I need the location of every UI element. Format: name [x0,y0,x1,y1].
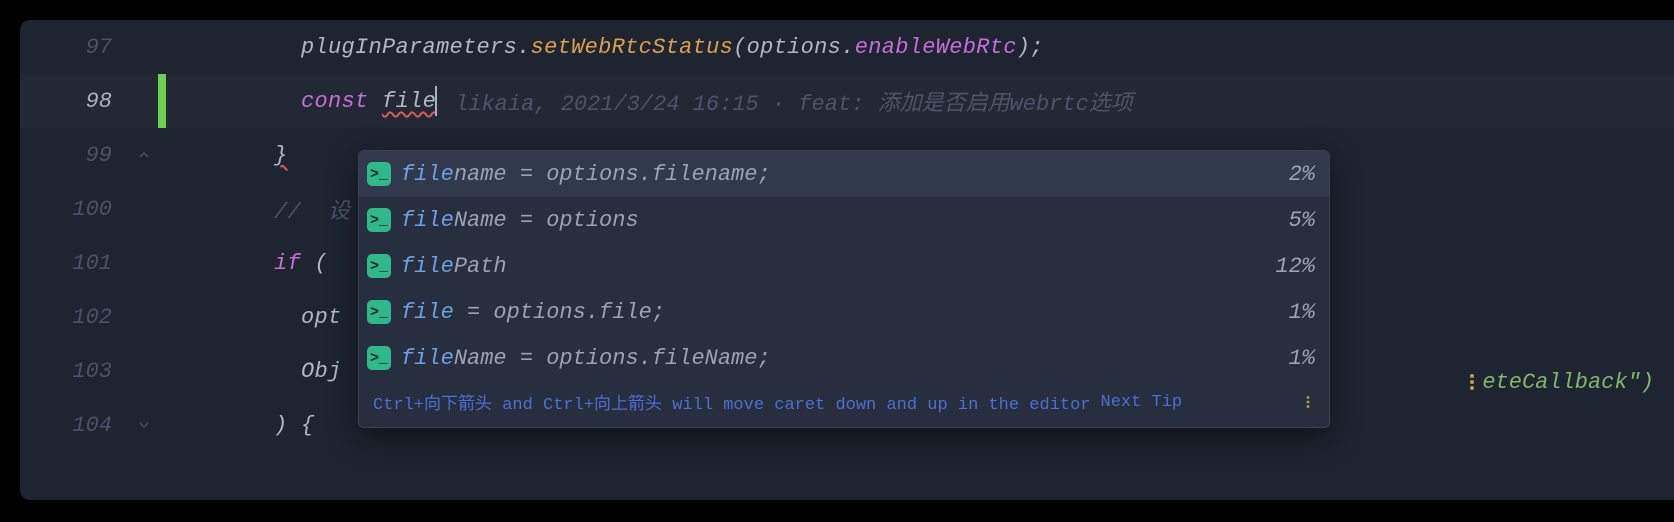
line-number: 98 [20,89,130,114]
line-number: 102 [20,305,130,330]
autocomplete-popup[interactable]: >_ filename = options.filename; 2% >_ fi… [358,150,1330,428]
terminal-icon: >_ [367,162,391,186]
terminal-icon: >_ [367,346,391,370]
autocomplete-label: fileName = options [401,208,1279,233]
code-content[interactable]: opt [166,305,342,330]
terminal-icon: >_ [367,300,391,324]
change-indicator-modified [158,74,166,128]
autocomplete-label: filePath [401,254,1265,279]
code-line-current[interactable]: 98 const file likaia, 2021/3/24 16:15 · … [20,74,1674,128]
code-content[interactable]: // 设 [166,193,350,225]
gutter-warning-icon [1470,374,1474,390]
line-number: 104 [20,413,130,438]
fold-down-icon[interactable] [136,417,152,433]
autocomplete-item[interactable]: >_ fileName = options 5% [359,197,1329,243]
fold-column[interactable] [130,417,158,433]
tip-text: Ctrl+向下箭头 and Ctrl+向上箭头 will move caret … [373,389,1091,415]
autocomplete-item[interactable]: >_ filePath 12% [359,243,1329,289]
git-blame-annotation: likaia, 2021/3/24 16:15 · feat: 添加是否启用we… [455,85,1133,117]
more-icon[interactable] [1301,395,1315,409]
line-number: 101 [20,251,130,276]
terminal-icon: >_ [367,208,391,232]
line-number: 99 [20,143,130,168]
fold-column[interactable] [130,147,158,163]
caret [435,86,437,116]
autocomplete-percent: 5% [1279,208,1315,233]
autocomplete-label: fileName = options.fileName; [401,346,1279,371]
code-content[interactable]: } [166,143,288,168]
autocomplete-percent: 1% [1279,300,1315,325]
code-line[interactable]: 97 plugInParameters.setWebRtcStatus(opti… [20,20,1674,74]
autocomplete-percent: 2% [1279,162,1315,187]
next-tip-link[interactable]: Next Tip [1101,393,1183,412]
code-content[interactable]: ) { [166,413,315,438]
autocomplete-item[interactable]: >_ filename = options.filename; 2% [359,151,1329,197]
line-number: 97 [20,35,130,60]
autocomplete-percent: 12% [1265,254,1315,279]
line-number: 103 [20,359,130,384]
autocomplete-item[interactable]: >_ file = options.file; 1% [359,289,1329,335]
autocomplete-item[interactable]: >_ fileName = options.fileName; 1% [359,335,1329,381]
code-content[interactable]: Obj [166,359,342,384]
code-content[interactable]: if ( [166,251,328,276]
autocomplete-label: file = options.file; [401,300,1279,325]
autocomplete-label: filename = options.filename; [401,162,1279,187]
fold-up-icon[interactable] [136,147,152,163]
code-content[interactable]: const file [166,86,437,116]
code-editor[interactable]: 97 plugInParameters.setWebRtcStatus(opti… [20,20,1674,500]
code-behind-popup: eteCallback") [1470,370,1654,395]
code-content[interactable]: plugInParameters.setWebRtcStatus(options… [166,35,1044,60]
line-number: 100 [20,197,130,222]
autocomplete-tip-bar: Ctrl+向下箭头 and Ctrl+向上箭头 will move caret … [359,381,1329,427]
autocomplete-percent: 1% [1279,346,1315,371]
terminal-icon: >_ [367,254,391,278]
